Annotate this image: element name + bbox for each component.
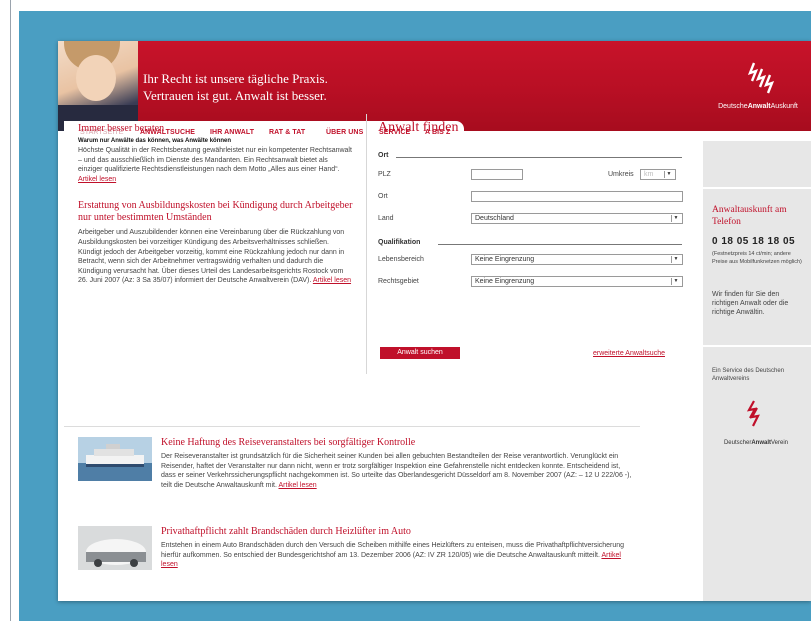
sidebar-title: Anwaltauskunft am Telefon [712,205,787,227]
news-title[interactable]: Immer besser beraten [78,123,353,135]
news-item: Immer besser beraten Warum nur Anwälte d… [78,123,353,184]
news-item: Erstattung von Ausbildungskosten bei Kün… [78,200,353,286]
chevron-down-icon: ▼ [671,278,680,285]
umkreis-value: km [644,171,654,178]
sidebar-phone-note: (Festnetzpreis 14 ct/min; andere Preise … [712,251,802,265]
left-news-column: Immer besser beraten Warum nur Anwälte d… [78,123,353,286]
land-label: Land [378,215,394,222]
header-banner: Ihr Recht ist unsere tägliche Praxis. Ve… [58,41,811,131]
logo-prefix: Deutsche [718,103,748,110]
land-select[interactable]: Deutschland ▼ [471,213,683,224]
news-text-body: Höchste Qualität in der Rechtsberatung g… [78,147,352,174]
lawyer-search-form: Anwalt finden Ort PLZ Umkreis km ▼ Ort La… [378,120,683,359]
lebensbereich-value: Keine Eingrenzung [475,256,535,263]
news-text-body: Arbeitgeber und Auszubildender können ei… [78,229,345,285]
plz-label: PLZ [378,171,391,178]
dav-logo-icon[interactable] [745,400,761,428]
chevron-down-icon: ▼ [671,215,680,222]
group-divider [438,244,682,245]
land-value: Deutschland [475,215,514,222]
news-text: Höchste Qualität in der Rechtsberatung g… [78,146,353,184]
snowy-car-image[interactable] [78,526,152,570]
sidebar-service-note: Ein Service des Deutschen Anwaltvereins [712,368,785,382]
slogan-line-1: Ihr Recht ist unsere tägliche Praxis. [143,71,328,86]
logo-wordmark[interactable]: DeutscheAnwaltAuskunft [708,103,808,110]
article-text: Der Reiseveranstalter ist grundsätzlich … [161,452,636,490]
dav-wordmark[interactable]: DeutscherAnwaltVerein [697,440,811,446]
article-content: Keine Haftung des Reiseveranstalters bei… [161,437,636,490]
chevron-down-icon: ▼ [664,171,673,178]
form-title: Anwalt finden [378,120,459,135]
sidebar-separator [703,345,811,347]
article-title[interactable]: Keine Haftung des Reiseveranstalters bei… [161,437,636,449]
photo-face [76,55,116,101]
article-content: Privathaftpflicht zahlt Brandschäden dur… [161,526,636,570]
search-lawyer-button[interactable]: Anwalt suchen [380,347,460,359]
dav-bold: Anwalt [751,440,771,446]
article-item: Keine Haftung des Reiseveranstalters bei… [78,437,638,507]
logo-bold: Anwalt [747,103,771,110]
group-divider [396,157,682,158]
read-more-link[interactable]: Artikel lesen [78,176,116,183]
column-divider [366,114,367,374]
article-text-body: Entstehen in einem Auto Brandschäden dur… [161,542,625,559]
group-label-qualifikation: Qualifikation [378,239,421,246]
rechtsgebiet-value: Keine Eingrenzung [475,278,535,285]
news-title[interactable]: Erstattung von Ausbildungskosten bei Kün… [78,200,353,224]
dav-prefix: Deutscher [723,440,752,446]
logo-suffix: Auskunft [770,103,798,110]
header-photo [58,41,138,131]
page-left-border [10,0,11,621]
article-text-body: Der Reiseveranstalter ist grundsätzlich … [161,453,632,489]
lebensbereich-label: Lebensbereich [378,256,424,263]
article-item: Privathaftpflicht zahlt Brandschäden dur… [78,526,638,586]
sidebar-separator [703,187,811,189]
chevron-down-icon: ▼ [671,256,680,263]
umkreis-select[interactable]: km ▼ [640,169,676,180]
read-more-link[interactable]: Artikel lesen [279,482,317,489]
advanced-search-link[interactable]: erweiterte Anwaltsuche [593,350,665,357]
dav-suffix: Verein [771,440,789,446]
umkreis-label: Umkreis [608,171,634,178]
group-label-ort: Ort [378,152,389,159]
read-more-link[interactable]: Artikel lesen [313,277,351,284]
lebensbereich-select[interactable]: Keine Eingrenzung ▼ [471,254,683,265]
ort-label: Ort [378,193,388,200]
header-slogan: Ihr Recht ist unsere tägliche Praxis. Ve… [143,70,328,104]
article-text: Entstehen in einem Auto Brandschäden dur… [161,541,636,570]
plz-input[interactable] [471,169,523,180]
rechtsgebiet-select[interactable]: Keine Eingrenzung ▼ [471,276,683,287]
section-divider [64,426,640,427]
anwaltauskunft-logo-icon[interactable] [746,61,776,97]
article-title[interactable]: Privathaftpflicht zahlt Brandschäden dur… [161,526,636,538]
sidebar-text: Wir finden für Sie den richtigen Anwalt … [712,291,789,316]
news-subtitle: Warum nur Anwälte das können, was Anwält… [78,138,232,144]
rechtsgebiet-label: Rechtsgebiet [378,278,419,285]
news-text: Arbeitgeber und Auszubildender können ei… [78,228,353,286]
cruise-ship-image[interactable] [78,437,152,481]
sidebar-phone: 0 18 05 18 18 05 [712,236,796,247]
ort-input[interactable] [471,191,683,202]
slogan-line-2: Vertrauen ist gut. Anwalt ist besser. [143,88,327,103]
